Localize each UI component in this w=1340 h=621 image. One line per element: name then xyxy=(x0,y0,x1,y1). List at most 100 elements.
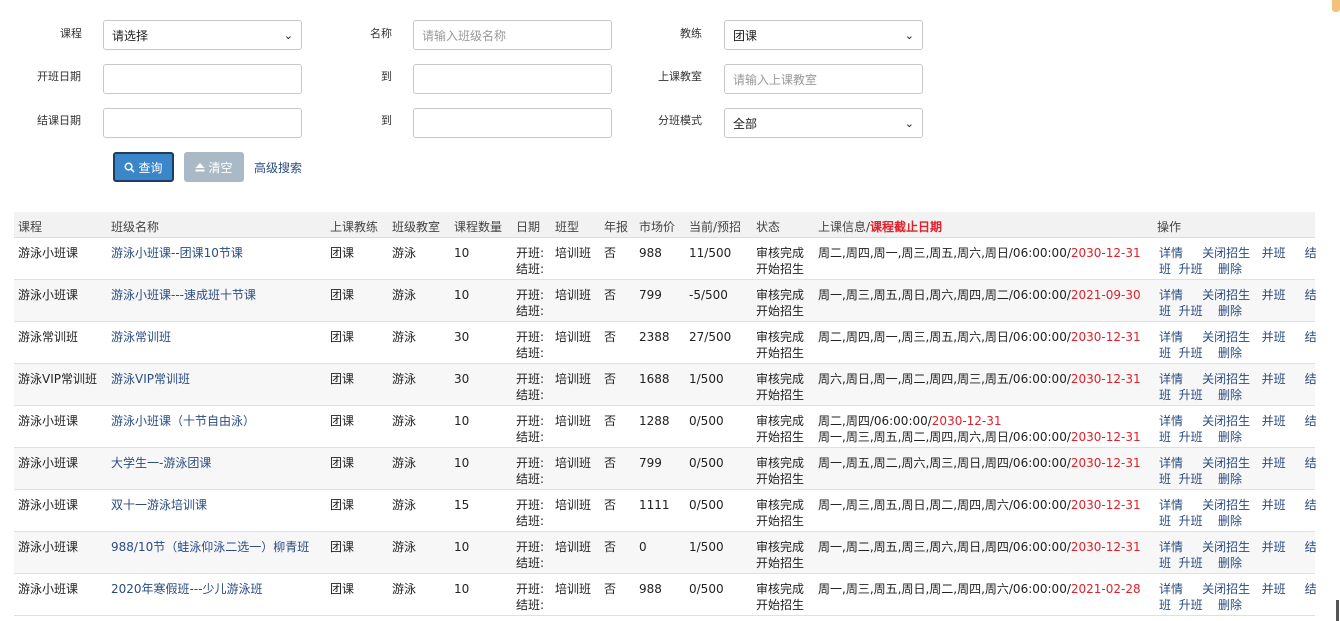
finish-class-link-part2[interactable]: 班 xyxy=(1159,513,1171,529)
scrollbar-thumb[interactable] xyxy=(1336,600,1339,621)
cell-class-name-link[interactable]: 988/10节（蛙泳仰泳二选一）柳青班 xyxy=(111,539,309,555)
detail-link[interactable]: 详情 xyxy=(1159,539,1183,555)
finish-class-link-part1[interactable]: 结 xyxy=(1305,539,1317,555)
detail-link[interactable]: 详情 xyxy=(1159,287,1183,303)
cell-enroll: 11/500 xyxy=(689,246,732,260)
end-date-from-input[interactable] xyxy=(103,108,302,138)
delete-link[interactable]: 删除 xyxy=(1218,429,1242,445)
upgrade-class-link[interactable]: 升班 xyxy=(1179,555,1203,571)
info-text: 周二,周四,周一,周三,周五,周六,周日/06:00:00/ xyxy=(818,330,1071,344)
class-name-input[interactable]: 请输入班级名称 xyxy=(413,20,612,50)
cell-price: 1111 xyxy=(639,498,670,512)
delete-link[interactable]: 删除 xyxy=(1218,555,1242,571)
finish-class-link-part1[interactable]: 结 xyxy=(1305,413,1317,429)
cell-ops: 详情 关闭招生 并班 结班 升班 删除 xyxy=(1159,455,1317,487)
finish-class-link-part1[interactable]: 结 xyxy=(1305,497,1317,513)
detail-link[interactable]: 详情 xyxy=(1159,581,1183,597)
class-name-placeholder: 请输入班级名称 xyxy=(422,28,507,43)
delete-link[interactable]: 删除 xyxy=(1218,513,1242,529)
cell-class-name-link[interactable]: 大学生一-游泳团课 xyxy=(111,455,211,471)
close-enrollment-link[interactable]: 关闭招生 xyxy=(1202,497,1250,513)
merge-class-link[interactable]: 并班 xyxy=(1262,581,1286,597)
close-enrollment-link[interactable]: 关闭招生 xyxy=(1202,245,1250,261)
cell-course: 游泳小班课 xyxy=(18,288,79,302)
date-start-label: 开班: xyxy=(516,456,545,470)
mode-select[interactable]: 全部 ⌄ xyxy=(724,108,923,138)
merge-class-link[interactable]: 并班 xyxy=(1262,455,1286,471)
detail-link[interactable]: 详情 xyxy=(1159,497,1183,513)
merge-class-link[interactable]: 并班 xyxy=(1262,413,1286,429)
upgrade-class-link[interactable]: 升班 xyxy=(1179,597,1203,613)
finish-class-link-part1[interactable]: 结 xyxy=(1305,245,1317,261)
delete-link[interactable]: 删除 xyxy=(1218,345,1242,361)
merge-class-link[interactable]: 并班 xyxy=(1262,371,1286,387)
upgrade-class-link[interactable]: 升班 xyxy=(1179,471,1203,487)
classroom-input[interactable]: 请输入上课教室 xyxy=(724,64,923,94)
end-date-to-input[interactable] xyxy=(413,108,612,138)
close-enrollment-link[interactable]: 关闭招生 xyxy=(1202,329,1250,345)
merge-class-link[interactable]: 并班 xyxy=(1262,287,1286,303)
finish-class-link-part2[interactable]: 班 xyxy=(1159,555,1171,571)
delete-link[interactable]: 删除 xyxy=(1218,303,1242,319)
upgrade-class-link[interactable]: 升班 xyxy=(1179,513,1203,529)
start-date-from-input[interactable] xyxy=(103,64,302,94)
cell-class-name-link[interactable]: 游泳小班课---速成班十节课 xyxy=(111,287,256,303)
cell-info: 周一,周三,周五,周日,周二,周四,周六/06:00:00/2021-02-28 xyxy=(818,581,1141,597)
close-enrollment-link[interactable]: 关闭招生 xyxy=(1202,455,1250,471)
merge-class-link[interactable]: 并班 xyxy=(1262,245,1286,261)
close-enrollment-link[interactable]: 关闭招生 xyxy=(1202,413,1250,429)
finish-class-link-part1[interactable]: 结 xyxy=(1305,329,1317,345)
detail-link[interactable]: 详情 xyxy=(1159,245,1183,261)
cell-class-name-link[interactable]: 游泳小班课--团课10节课 xyxy=(111,245,243,261)
finish-class-link-part2[interactable]: 班 xyxy=(1159,471,1171,487)
close-enrollment-link[interactable]: 关闭招生 xyxy=(1202,371,1250,387)
detail-link[interactable]: 详情 xyxy=(1159,455,1183,471)
cell-ops: 详情 关闭招生 并班 结班 升班 删除 xyxy=(1159,329,1317,361)
coach-select[interactable]: 团课 ⌄ xyxy=(724,20,923,50)
finish-class-link-part2[interactable]: 班 xyxy=(1159,261,1171,277)
start-date-to-label: 到 xyxy=(381,70,392,83)
course-select[interactable]: 请选择 ⌄ xyxy=(103,20,302,50)
advanced-search-link[interactable]: 高级搜索 xyxy=(254,159,302,176)
finish-class-link-part1[interactable]: 结 xyxy=(1305,581,1317,597)
detail-link[interactable]: 详情 xyxy=(1159,413,1183,429)
cell-class-name-link[interactable]: 游泳小班课（十节自由泳） xyxy=(111,413,255,429)
cell-class-name-link[interactable]: 2020年寒假班---少儿游泳班 xyxy=(111,581,263,597)
header-status: 状态 xyxy=(756,220,781,234)
cell-class-name-link[interactable]: 双十一游泳培训课 xyxy=(111,497,207,513)
finish-class-link-part2[interactable]: 班 xyxy=(1159,345,1171,361)
cell-info: 周二,周四/06:00:00/2030-12-31 周一,周三,周五,周二,周四,… xyxy=(818,413,1141,445)
finish-class-link-part2[interactable]: 班 xyxy=(1159,303,1171,319)
upgrade-class-link[interactable]: 升班 xyxy=(1179,303,1203,319)
start-date-to-input[interactable] xyxy=(413,64,612,94)
finish-class-link-part2[interactable]: 班 xyxy=(1159,387,1171,403)
upgrade-class-link[interactable]: 升班 xyxy=(1179,429,1203,445)
delete-link[interactable]: 删除 xyxy=(1218,471,1242,487)
query-button[interactable]: 查询 xyxy=(113,152,174,182)
cell-class-name-link[interactable]: 游泳常训班 xyxy=(111,329,171,345)
finish-class-link-part1[interactable]: 结 xyxy=(1305,371,1317,387)
finish-class-link-part2[interactable]: 班 xyxy=(1159,597,1171,613)
merge-class-link[interactable]: 并班 xyxy=(1262,329,1286,345)
close-enrollment-link[interactable]: 关闭招生 xyxy=(1202,539,1250,555)
finish-class-link-part1[interactable]: 结 xyxy=(1305,455,1317,471)
delete-link[interactable]: 删除 xyxy=(1218,261,1242,277)
cell-classroom: 游泳 xyxy=(392,582,417,596)
close-enrollment-link[interactable]: 关闭招生 xyxy=(1202,581,1250,597)
delete-link[interactable]: 删除 xyxy=(1218,597,1242,613)
detail-link[interactable]: 详情 xyxy=(1159,371,1183,387)
upgrade-class-link[interactable]: 升班 xyxy=(1179,261,1203,277)
status-line-2: 开始招生 xyxy=(756,388,805,402)
merge-class-link[interactable]: 并班 xyxy=(1262,539,1286,555)
cell-class-name-link[interactable]: 游泳VIP常训班 xyxy=(111,371,190,387)
merge-class-link[interactable]: 并班 xyxy=(1262,497,1286,513)
clear-button[interactable]: 清空 xyxy=(184,152,244,182)
delete-link[interactable]: 删除 xyxy=(1218,387,1242,403)
upgrade-class-link[interactable]: 升班 xyxy=(1179,387,1203,403)
detail-link[interactable]: 详情 xyxy=(1159,329,1183,345)
upgrade-class-link[interactable]: 升班 xyxy=(1179,345,1203,361)
finish-class-link-part2[interactable]: 班 xyxy=(1159,429,1171,445)
close-enrollment-link[interactable]: 关闭招生 xyxy=(1202,287,1250,303)
finish-class-link-part1[interactable]: 结 xyxy=(1305,287,1317,303)
cell-price: 799 xyxy=(639,456,662,470)
